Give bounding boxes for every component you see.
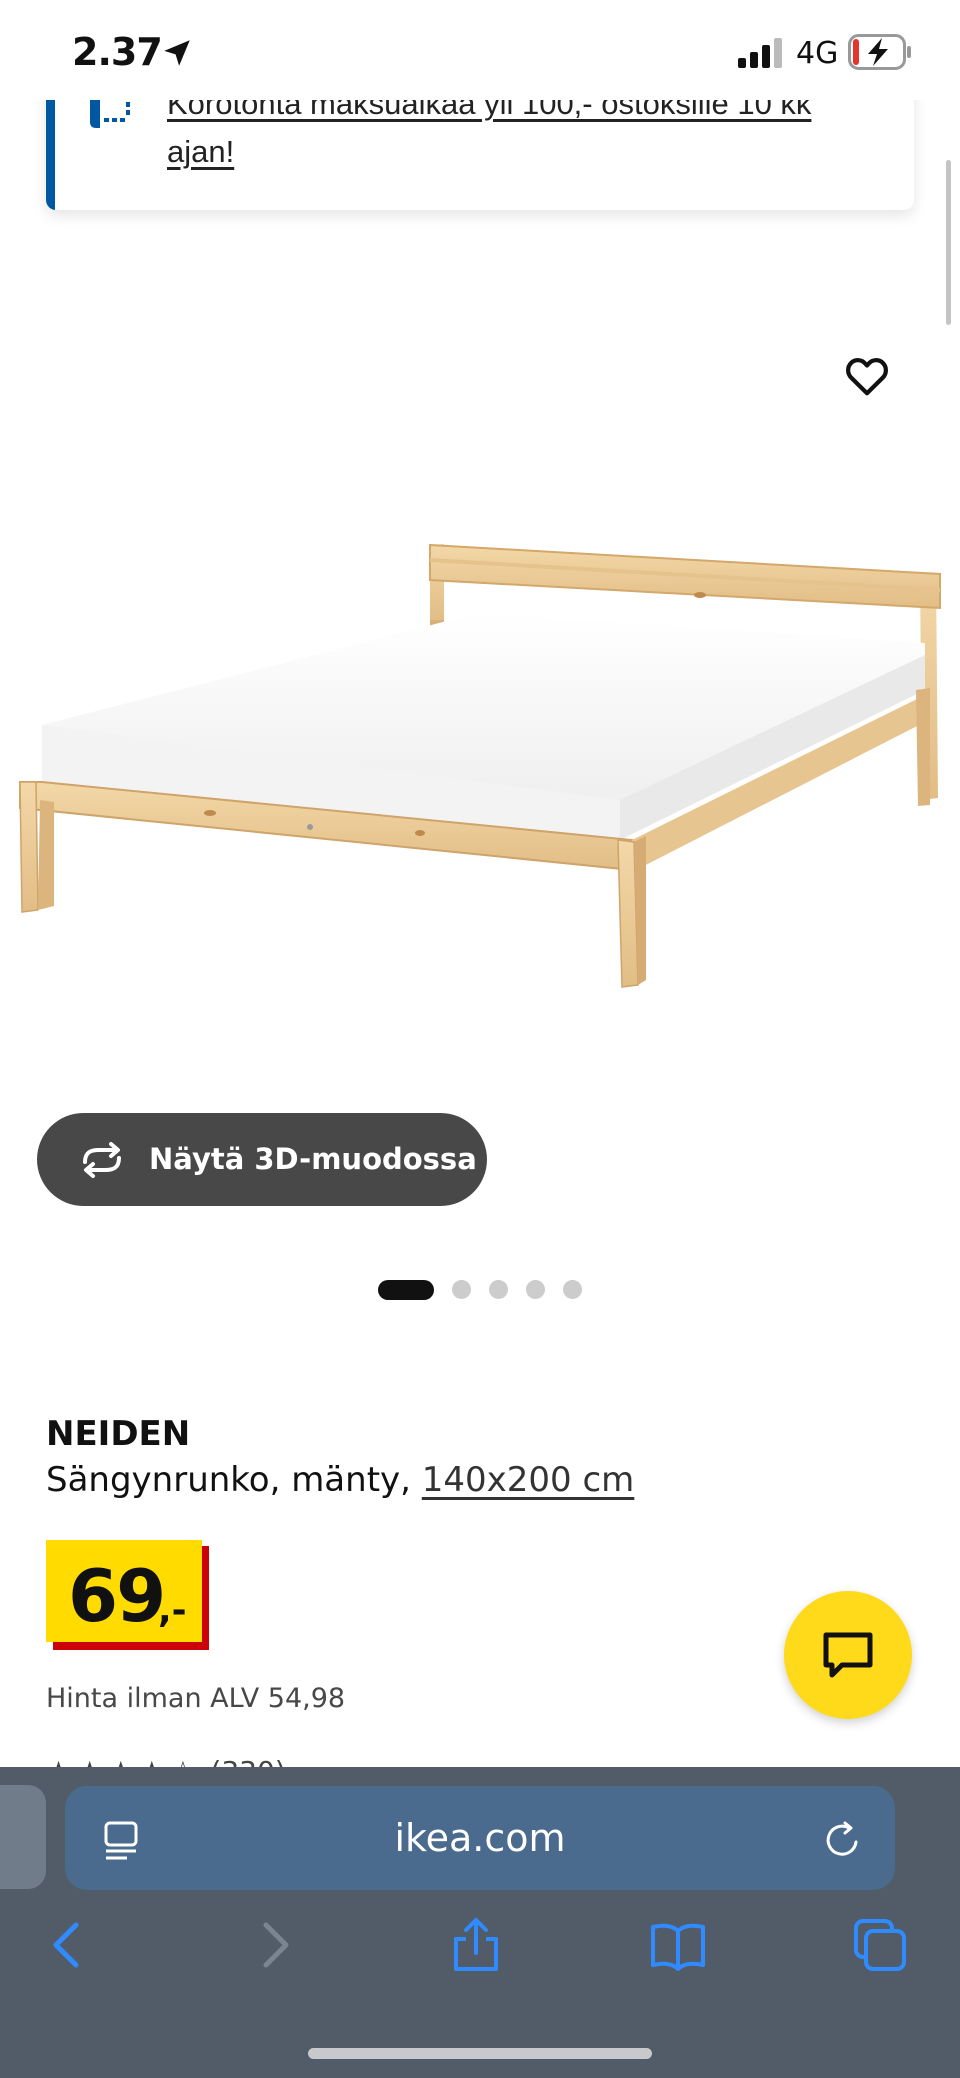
browser-chrome: ikea.com <box>0 1767 960 2078</box>
price-decimal: ,- <box>158 1590 187 1631</box>
back-icon[interactable] <box>40 1917 96 1973</box>
view-3d-label: Näytä 3D-muodossa <box>149 1142 477 1176</box>
price-without-vat: Hinta ilman ALV 54,98 <box>46 1683 346 1714</box>
status-time: 2.37 <box>72 30 163 74</box>
product-description: Sängynrunko, mänty, 140x200 cm <box>46 1460 634 1500</box>
carousel-dot[interactable] <box>452 1280 471 1299</box>
product-type: Sängynrunko, mänty, <box>46 1460 411 1500</box>
heart-icon[interactable] <box>844 354 890 400</box>
share-icon[interactable] <box>448 1917 504 1973</box>
chat-button[interactable] <box>784 1591 912 1719</box>
url-text[interactable]: ikea.com <box>65 1816 895 1860</box>
signal-icon <box>738 38 782 68</box>
view-3d-button[interactable]: Näytä 3D-muodossa <box>37 1113 487 1206</box>
chat-icon <box>823 1632 873 1678</box>
location-arrow-icon <box>164 40 190 66</box>
tabs-icon[interactable] <box>852 1917 908 1973</box>
home-indicator <box>308 2048 652 2059</box>
product-name: NEIDEN <box>46 1414 191 1454</box>
forward-icon[interactable] <box>246 1917 302 1973</box>
carousel-dot[interactable] <box>489 1280 508 1299</box>
carousel-dot-active[interactable] <box>378 1280 434 1300</box>
status-bar: 2.37 4G <box>0 0 960 100</box>
bookmarks-icon[interactable] <box>650 1917 706 1973</box>
battery-charging-icon <box>848 34 911 70</box>
previous-tab-preview[interactable] <box>0 1785 46 1889</box>
carousel-dot[interactable] <box>563 1280 582 1299</box>
network-label: 4G <box>796 36 839 71</box>
carousel-dot[interactable] <box>526 1280 545 1299</box>
price-tag: 69 ,- <box>46 1540 202 1642</box>
scrollbar[interactable] <box>946 160 951 325</box>
product-image[interactable] <box>0 500 960 1020</box>
rotate-3d-icon <box>83 1142 121 1178</box>
price-integer: 69 <box>68 1554 166 1638</box>
reload-icon[interactable] <box>823 1820 863 1860</box>
size-link[interactable]: 140x200 cm <box>422 1460 635 1500</box>
address-bar[interactable]: ikea.com <box>65 1786 895 1890</box>
